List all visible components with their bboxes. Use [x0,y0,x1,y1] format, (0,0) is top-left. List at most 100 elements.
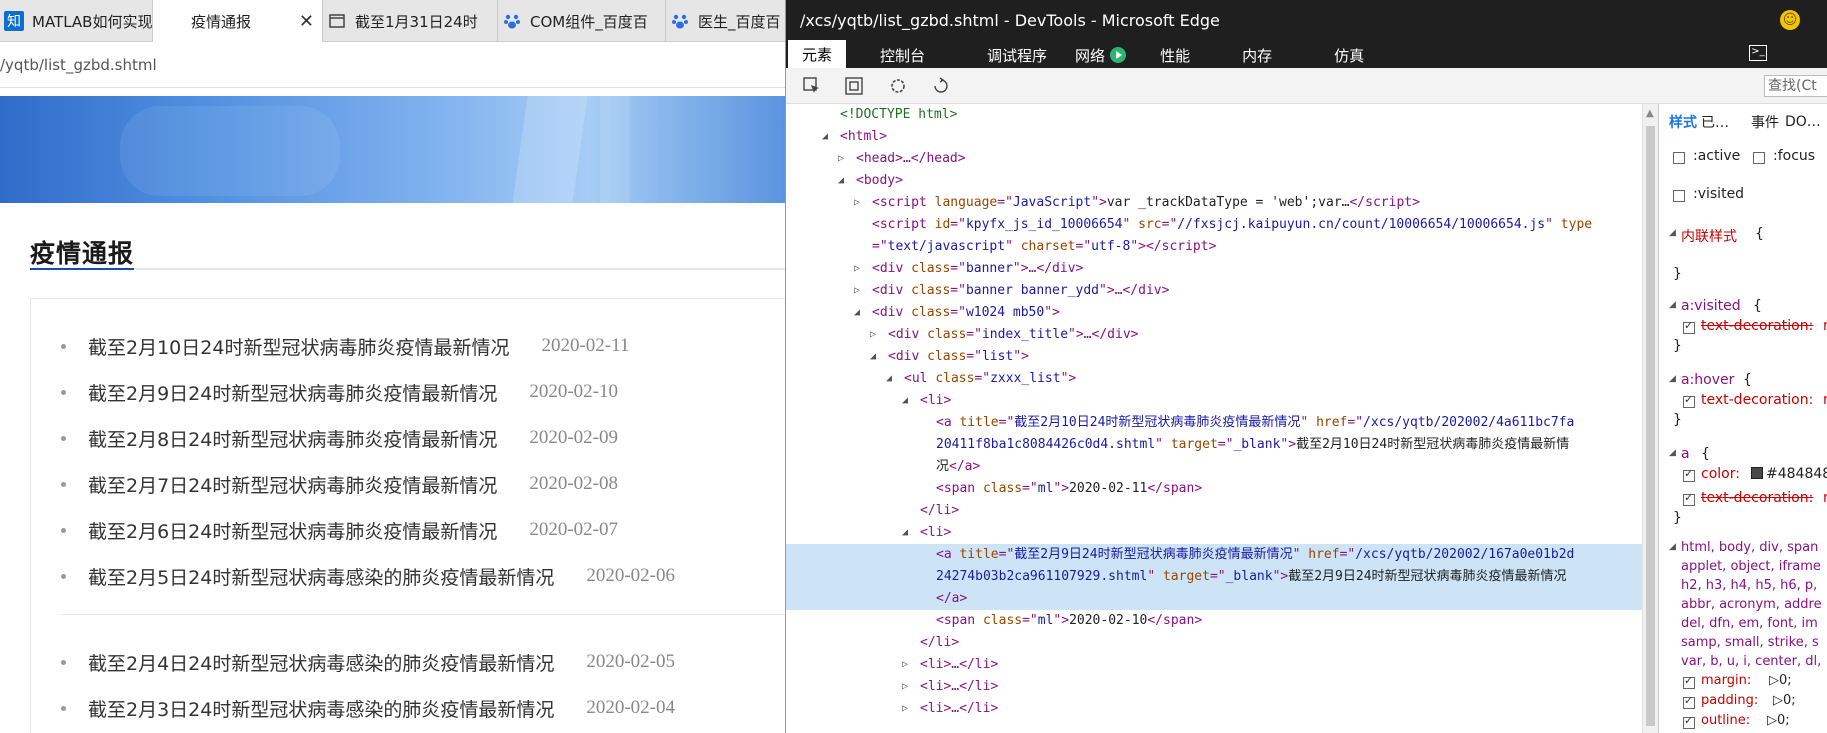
expand-arrow-icon[interactable]: ◢ [1669,374,1676,384]
tab-computed[interactable]: 已… [1701,112,1729,132]
expand-arrow-icon[interactable]: ◢ [902,390,908,412]
list-item[interactable]: 截至2月10日24时新型冠状病毒肺炎疫情最新情况 2020-02-11 [61,333,629,360]
prop-value[interactable]: n [1823,490,1827,506]
dom-node-div-w1024[interactable]: ◢ <div class="w1024 mb50"> [786,302,1642,324]
pseudo-visited-checkbox[interactable] [1673,190,1685,202]
box-model-icon[interactable] [843,75,865,97]
collapse-arrow-icon[interactable]: ▷ [854,258,860,280]
prop-value[interactable]: n [1823,392,1827,408]
list-item-link[interactable]: 截至2月10日24时新型冠状病毒肺炎疫情最新情况 [88,333,509,360]
find-input[interactable]: 查找(Ct [1764,75,1827,97]
tab-memory[interactable]: 内存 [1228,42,1286,68]
prop-text-decoration[interactable]: text-decoration: [1701,490,1813,506]
list-item[interactable]: 截至2月8日24时新型冠状病毒肺炎疫情最新情况 2020-02-09 [61,426,618,451]
prop-value[interactable]: ▷0; [1769,673,1792,688]
scrollbar-thumb[interactable] [1646,126,1655,726]
prop-checkbox[interactable] [1683,714,1695,729]
tab-yisheng[interactable]: 医生_百度百 [666,0,785,42]
dom-node-span[interactable]: <span class="ml">2020-02-10</span> [786,610,1642,632]
prop-value[interactable]: ▷0; [1773,693,1796,708]
touch-cursor-icon[interactable] [930,75,952,97]
list-item[interactable]: 截至2月6日24时新型冠状病毒肺炎疫情最新情况 2020-02-07 [61,517,618,544]
list-item[interactable]: 截至2月3日24时新型冠状病毒感染的肺炎疫情最新情况 2020-02-04 [61,695,675,722]
dom-scrollbar[interactable]: ▲ [1642,104,1658,733]
dom-node-li-collapsed[interactable]: ▷ <li>…</li> [786,698,1642,720]
dom-node-html[interactable]: ◢ <html> [786,126,1642,148]
prop-checkbox[interactable] [1683,467,1695,482]
tab-debugger[interactable]: 调试程序 [973,42,1061,68]
list-item-link[interactable]: 截至2月5日24时新型冠状病毒感染的肺炎疫情最新情况 [88,563,554,590]
list-item[interactable]: 截至2月7日24时新型冠状病毒肺炎疫情最新情况 2020-02-08 [61,471,618,498]
record-play-icon[interactable] [1110,47,1127,63]
dom-node-li-close[interactable]: </li> [786,632,1642,654]
prop-checkbox[interactable] [1683,491,1695,506]
scroll-up-icon[interactable]: ▲ [1646,108,1654,119]
dom-node-script[interactable]: <script id="kpyfx_js_id_10006654" src="/… [786,214,1642,236]
dom-node-a-selected-cont[interactable]: 24274b03b2ca961107929.shtml" target="_bl… [786,566,1642,588]
prop-padding[interactable]: padding: [1701,693,1758,708]
prop-checkbox[interactable] [1683,393,1695,408]
tab-emulation[interactable]: 仿真 [1320,42,1378,68]
dom-node-doctype[interactable]: <!DOCTYPE html> [786,104,1642,126]
tab-matlab[interactable]: 知 MATLAB如何实现 [0,0,153,42]
select-element-icon[interactable] [801,75,823,97]
tab-performance[interactable]: 性能 [1146,42,1204,68]
list-item[interactable]: 截至2月4日24时新型冠状病毒感染的肺炎疫情最新情况 2020-02-05 [61,649,675,676]
dom-node-ul[interactable]: ◢ <ul class="zxxx_list"> [786,368,1642,390]
expand-arrow-icon[interactable]: ◢ [886,368,892,390]
color-swatch-icon[interactable] [1751,467,1763,479]
list-item[interactable]: 截至2月9日24时新型冠状病毒肺炎疫情最新情况 2020-02-10 [61,379,618,406]
dom-node-script[interactable]: ▷ <script language="JavaScript">var _trac… [786,192,1642,214]
list-item-link[interactable]: 截至2月7日24时新型冠状病毒肺炎疫情最新情况 [88,471,497,498]
prop-checkbox[interactable] [1683,694,1695,709]
address-bar[interactable]: /yqtb/list_gzbd.shtml [0,42,785,88]
prop-text-decoration[interactable]: text-decoration: [1701,318,1813,334]
pseudo-active-checkbox[interactable] [1673,152,1685,164]
prop-value[interactable]: n [1823,318,1827,334]
prop-text-decoration[interactable]: text-decoration: [1701,392,1813,408]
refresh-dom-icon[interactable] [887,75,909,97]
prop-color[interactable]: color: [1701,466,1740,482]
dom-node-div-banner-ydd[interactable]: ▷ <div class="banner banner_ydd">…</div> [786,280,1642,302]
prop-outline[interactable]: outline: [1701,713,1750,728]
dom-node-div-banner[interactable]: ▷ <div class="banner">…</div> [786,258,1642,280]
collapse-arrow-icon[interactable]: ▷ [902,698,908,720]
expand-arrow-icon[interactable]: ◢ [1669,228,1676,238]
prop-checkbox[interactable] [1683,319,1695,334]
collapse-arrow-icon[interactable]: ▷ [854,192,860,214]
expand-arrow-icon[interactable]: ◢ [902,522,908,544]
list-item-link[interactable]: 截至2月3日24时新型冠状病毒感染的肺炎疫情最新情况 [88,695,554,722]
dom-node-head[interactable]: ▷ <head>…</head> [786,148,1642,170]
address-text[interactable]: /yqtb/list_gzbd.shtml [0,56,157,74]
expand-arrow-icon[interactable]: ◢ [822,126,828,148]
collapse-arrow-icon[interactable]: ▷ [902,676,908,698]
dom-node-a-cont[interactable]: 况</a> [786,456,1642,478]
prop-value[interactable]: ▷0; [1767,713,1790,728]
console-drawer-icon[interactable]: >_ [1749,45,1767,61]
dom-node-a-cont[interactable]: 20411f8ba1c8084426c0d4.shtml" target="_b… [786,434,1642,456]
collapse-arrow-icon[interactable]: ▷ [854,280,860,302]
list-item-link[interactable]: 截至2月6日24时新型冠状病毒肺炎疫情最新情况 [88,517,497,544]
collapse-arrow-icon[interactable]: ▷ [838,148,844,170]
tab-network[interactable]: 网络 [1061,42,1140,68]
dom-node-li-collapsed[interactable]: ▷ <li>…</li> [786,654,1642,676]
expand-arrow-icon[interactable]: ◢ [1669,542,1676,552]
expand-arrow-icon[interactable]: ◢ [838,170,844,192]
collapse-arrow-icon[interactable]: ▷ [870,324,876,346]
list-item[interactable]: 截至2月5日24时新型冠状病毒感染的肺炎疫情最新情况 2020-02-06 [61,563,675,590]
tab-com-zujian[interactable]: COM组件_百度百 [498,0,666,42]
tab-elements[interactable]: 元素 [788,40,847,68]
close-icon[interactable]: ✕ [299,11,314,32]
dom-node-script-cont[interactable]: ="text/javascript" charset="utf-8"></scr… [786,236,1642,258]
dom-node-body[interactable]: ◢ <body> [786,170,1642,192]
pseudo-focus-checkbox[interactable] [1753,152,1765,164]
list-item-link[interactable]: 截至2月9日24时新型冠状病毒肺炎疫情最新情况 [88,379,497,406]
list-item-link[interactable]: 截至2月4日24时新型冠状病毒感染的肺炎疫情最新情况 [88,649,554,676]
dom-node-a-selected-cont[interactable]: </a> [786,588,1642,610]
dom-node-span[interactable]: <span class="ml">2020-02-11</span> [786,478,1642,500]
dom-node-div-list[interactable]: ◢ <div class="list"> [786,346,1642,368]
expand-arrow-icon[interactable]: ◢ [1669,300,1676,310]
expand-arrow-icon[interactable]: ◢ [854,302,860,324]
dom-node-a[interactable]: <a title="截至2月10日24时新型冠状病毒肺炎疫情最新情况" href… [786,412,1642,434]
color-value[interactable]: #484848 [1751,466,1827,482]
